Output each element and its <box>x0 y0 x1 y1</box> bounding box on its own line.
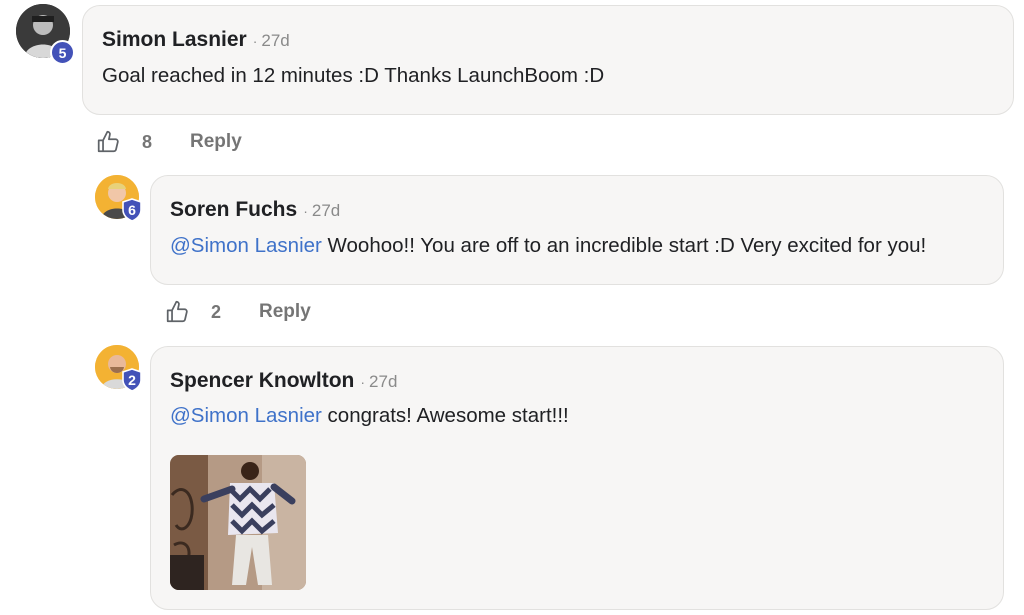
gif-image[interactable] <box>170 455 306 590</box>
timestamp[interactable]: 27d <box>369 372 397 392</box>
level-badge-icon: 5 <box>50 40 75 65</box>
comment-header: Simon Lasnier · 27d <box>102 28 290 52</box>
reply-bubble: Soren Fuchs · 27d @Simon Lasnier Woohoo!… <box>150 175 1004 285</box>
reply-button[interactable]: Reply <box>259 301 311 323</box>
separator-dot: · <box>252 33 258 49</box>
level-badge-icon: 6 <box>121 198 143 222</box>
separator-dot: · <box>303 203 308 219</box>
reply-text: Woohoo!! You are off to an incredible st… <box>321 234 927 257</box>
level-badge-value: 2 <box>128 371 136 388</box>
level-badge-icon: 2 <box>121 368 143 392</box>
timestamp[interactable]: 27d <box>312 201 340 221</box>
reply-button[interactable]: Reply <box>190 131 242 153</box>
author-name[interactable]: Spencer Knowlton <box>170 369 354 393</box>
comment-text: Goal reached in 12 minutes :D Thanks Lau… <box>102 64 605 87</box>
author-name[interactable]: Simon Lasnier <box>102 28 247 52</box>
reply-text: congrats! Awesome start!!! <box>321 404 569 427</box>
level-badge-value: 6 <box>128 201 136 218</box>
comment-bubble: Simon Lasnier · 27d Goal reached in 12 m… <box>82 5 1014 115</box>
timestamp[interactable]: 27d <box>261 31 289 51</box>
comment-actions: 2 Reply <box>165 299 311 325</box>
comment-text: @Simon Lasnier congrats! Awesome start!!… <box>170 404 569 428</box>
user-mention-link[interactable]: @Simon Lasnier <box>170 234 322 257</box>
user-mention-link[interactable]: @Simon Lasnier <box>170 404 322 427</box>
comment-text: @Simon Lasnier Woohoo!! You are off to a… <box>170 234 926 258</box>
thumbs-up-icon[interactable] <box>96 129 122 155</box>
comment-header: Soren Fuchs · 27d <box>170 198 340 222</box>
author-name[interactable]: Soren Fuchs <box>170 198 297 222</box>
level-badge-value: 5 <box>58 44 67 61</box>
like-count: 2 <box>211 301 222 322</box>
thumbs-up-icon[interactable] <box>165 299 191 325</box>
separator-dot: · <box>360 374 366 390</box>
comment-actions: 8 Reply <box>96 129 242 155</box>
comment-header: Spencer Knowlton · 27d <box>170 369 397 393</box>
like-count: 8 <box>142 131 153 152</box>
